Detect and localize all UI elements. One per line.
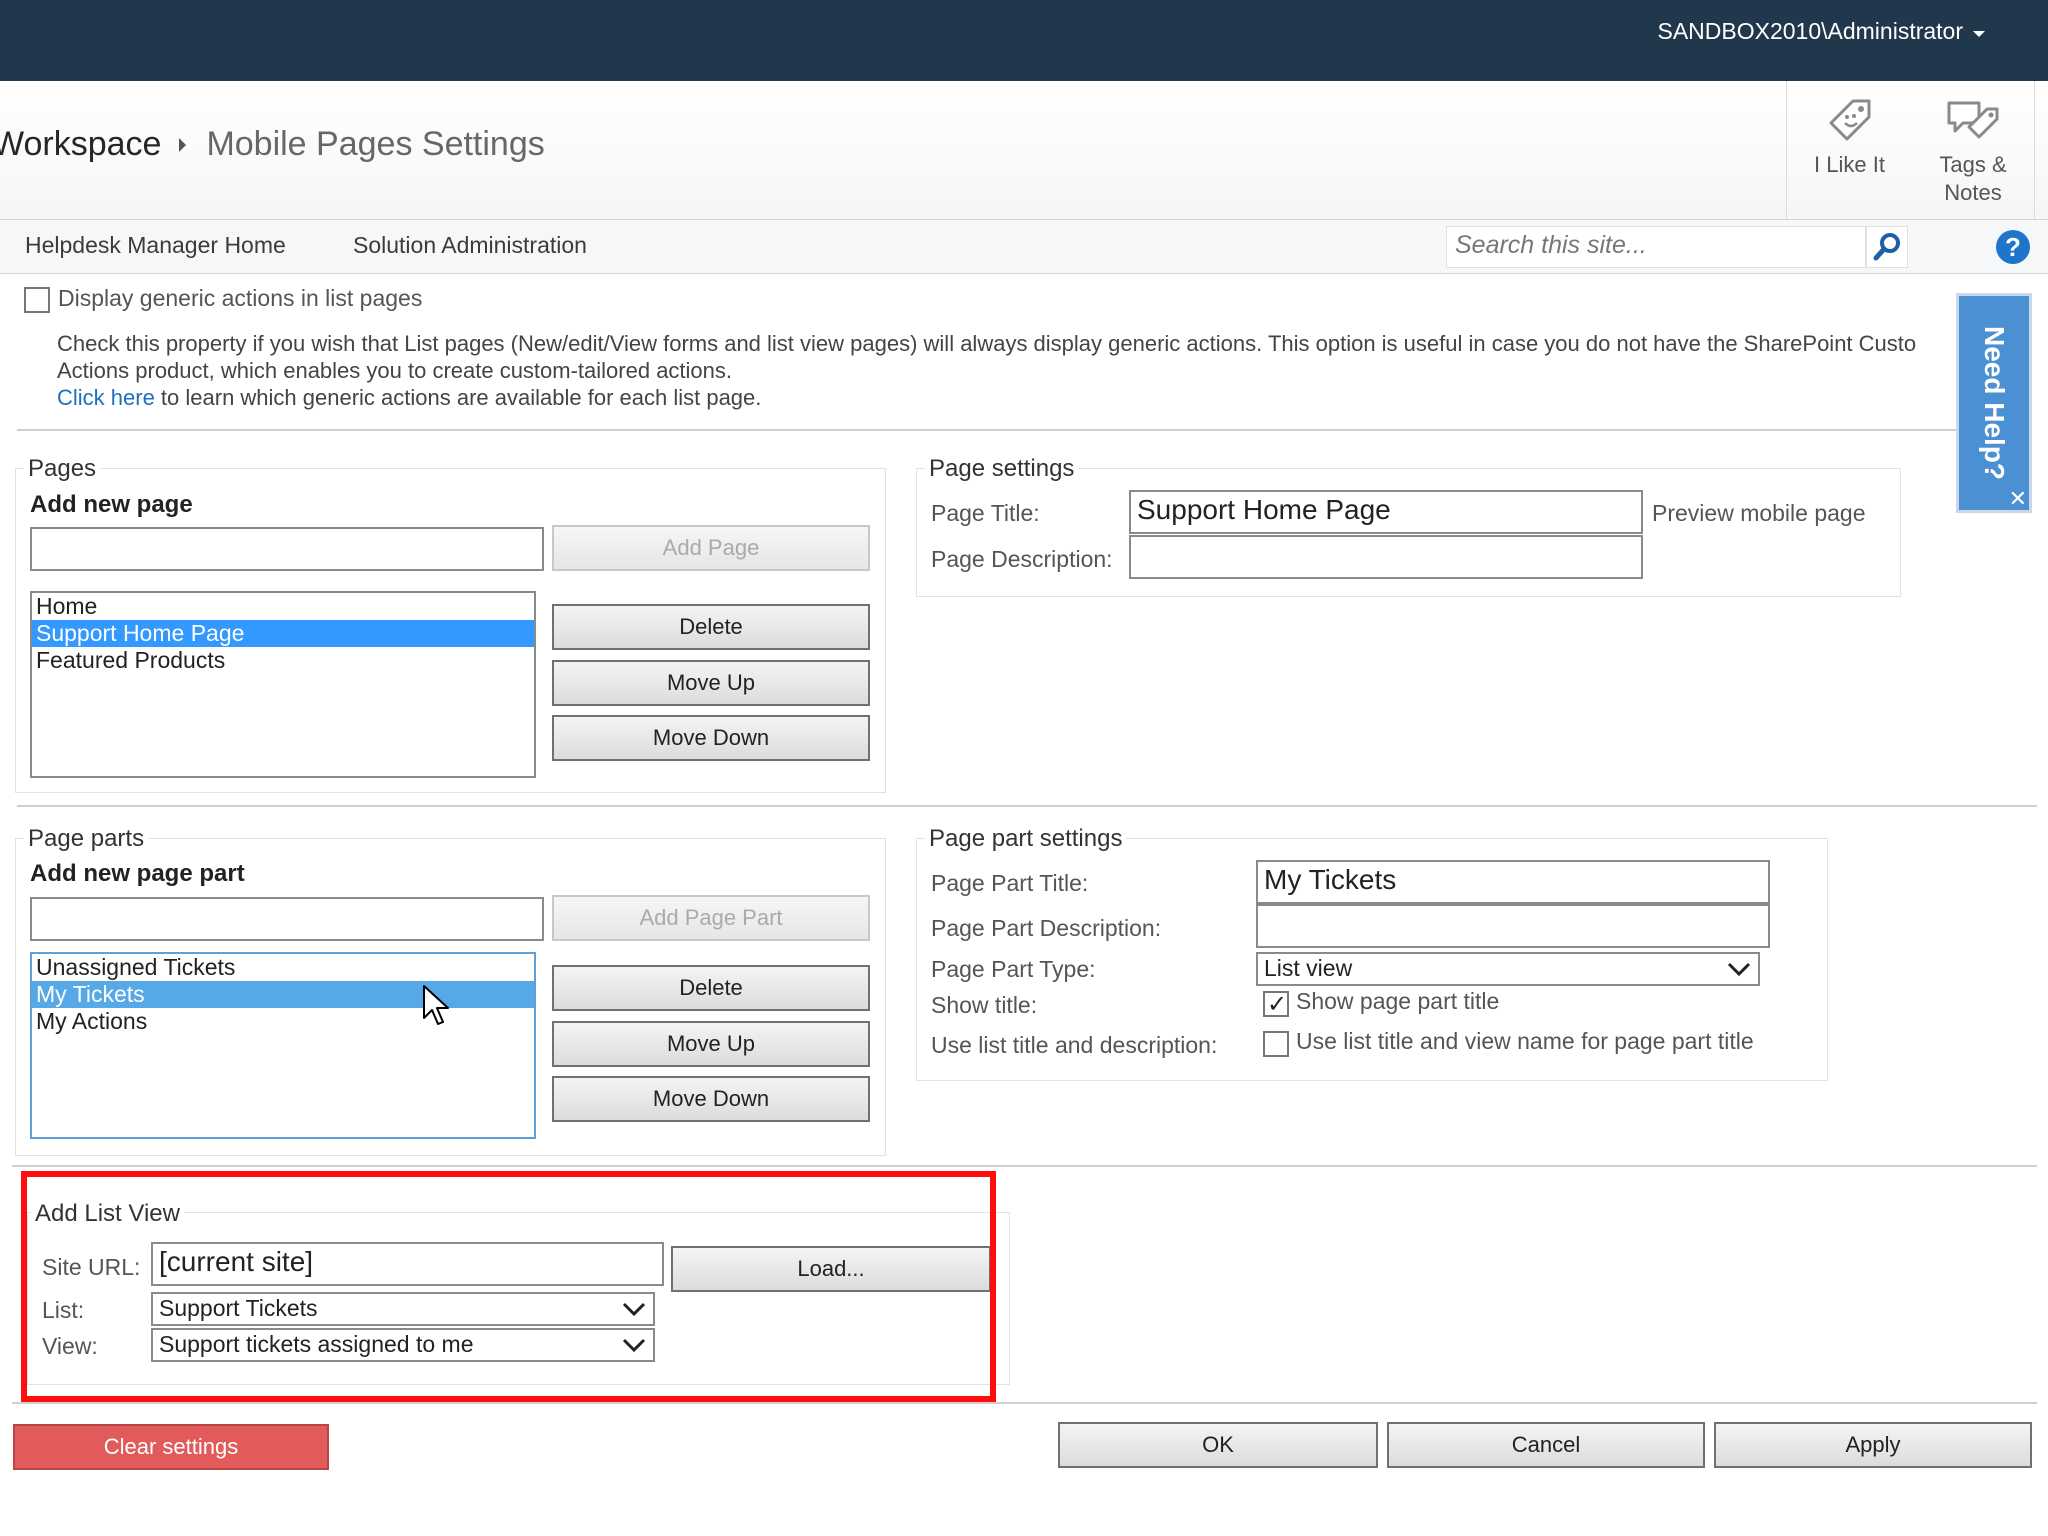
page-part-type-select[interactable]: List view: [1256, 952, 1760, 986]
add-new-page-heading: Add new page: [30, 491, 193, 518]
list-item[interactable]: Featured Products: [32, 647, 534, 674]
list-item-selected[interactable]: Support Home Page: [32, 620, 534, 647]
help-icon[interactable]: ?: [1996, 230, 2030, 264]
page-part-type-label: Page Part Type:: [931, 956, 1096, 982]
search-button[interactable]: [1866, 226, 1908, 268]
pages-legend: Pages: [24, 455, 101, 483]
description-line-2: Actions product, which enables you to cr…: [57, 358, 733, 383]
breadcrumb: Workspace Mobile Pages Settings: [0, 125, 545, 164]
tags-notes-button[interactable]: Tags & Notes: [1912, 81, 2034, 219]
page-settings-legend: Page settings: [925, 455, 1079, 483]
list-item[interactable]: Unassigned Tickets: [32, 954, 534, 981]
generic-actions-checkbox[interactable]: [24, 287, 50, 313]
page-part-title-input[interactable]: My Tickets: [1256, 860, 1770, 904]
page-part-settings-legend: Page part settings: [925, 825, 1127, 853]
page-part-description-label: Page Part Description:: [931, 915, 1162, 941]
list-item-selected[interactable]: My Tickets: [32, 981, 534, 1008]
page-title-input[interactable]: Support Home Page: [1129, 490, 1643, 534]
move-up-page-part-button[interactable]: Move Up: [552, 1021, 870, 1067]
i-like-it-label: I Like It: [1814, 152, 1885, 177]
page-description-label: Page Description:: [931, 546, 1113, 572]
page-title: Mobile Pages Settings: [206, 125, 545, 163]
list-item[interactable]: My Actions: [32, 1008, 534, 1035]
click-here-link[interactable]: Click here: [57, 385, 155, 410]
breadcrumb-parent[interactable]: Workspace: [0, 125, 161, 164]
add-page-button[interactable]: Add Page: [552, 525, 870, 571]
clear-settings-button[interactable]: Clear settings: [13, 1424, 329, 1470]
suite-bar: SANDBOX2010\Administrator: [0, 0, 2048, 81]
search-input[interactable]: Search this site...: [1446, 226, 1866, 268]
divider: [12, 1165, 2037, 1167]
show-title-check-label: Show page part title: [1296, 988, 1500, 1014]
preview-mobile-page-link[interactable]: Preview mobile page: [1652, 500, 1866, 527]
need-help-tab[interactable]: Need Help? ✕: [1956, 293, 2032, 513]
description-line-1: Check this property if you wish that Lis…: [57, 331, 1917, 356]
chevron-down-icon: [1973, 30, 1985, 37]
user-name: SANDBOX2010\Administrator: [1657, 18, 1963, 44]
description-line-3-text: to learn which generic actions are avail…: [154, 385, 762, 410]
page-part-type-value: List view: [1264, 955, 1353, 981]
generic-actions-label: Display generic actions in list pages: [58, 285, 423, 311]
move-down-page-button[interactable]: Move Down: [552, 715, 870, 761]
move-up-page-button[interactable]: Move Up: [552, 660, 870, 706]
title-area: Workspace Mobile Pages Settings I Like I…: [0, 81, 2048, 219]
divider: [12, 1402, 2037, 1404]
ok-button[interactable]: OK: [1058, 1422, 1378, 1468]
tag-like-icon: [1829, 99, 1870, 141]
top-navigation: Helpdesk Manager Home Solution Administr…: [0, 219, 2048, 274]
page-part-description-input[interactable]: [1256, 904, 1770, 948]
divider: [17, 429, 1960, 431]
description-line-3: Click here to learn which generic action…: [57, 384, 1957, 411]
use-list-title-label: Use list title and description:: [931, 1032, 1218, 1058]
use-list-title-check-label: Use list title and view name for page pa…: [1296, 1028, 1754, 1054]
user-menu[interactable]: SANDBOX2010\Administrator: [1657, 18, 1985, 45]
tags-notes-icon: [1947, 101, 1999, 139]
page-parts-legend: Page parts: [24, 825, 149, 853]
close-icon[interactable]: ✕: [2009, 486, 2027, 512]
add-new-page-part-heading: Add new page part: [30, 860, 245, 887]
divider: [17, 805, 2037, 807]
i-like-it-button[interactable]: I Like It: [1786, 81, 1912, 219]
search-icon: [1873, 233, 1900, 261]
pages-listbox[interactable]: Home Support Home Page Featured Products: [30, 591, 536, 778]
need-help-label: Need Help?: [1979, 325, 2010, 481]
list-item[interactable]: Home: [32, 593, 534, 620]
nav-helpdesk-home[interactable]: Helpdesk Manager Home: [25, 232, 286, 259]
page-parts-listbox[interactable]: Unassigned Tickets My Tickets My Actions: [30, 952, 536, 1139]
delete-page-part-button[interactable]: Delete: [552, 965, 870, 1011]
tags-notes-label-1: Tags &: [1939, 152, 2007, 177]
chevron-down-icon: [1727, 962, 1751, 977]
mouse-cursor-icon: [423, 985, 449, 1025]
breadcrumb-separator-icon: [179, 137, 187, 152]
move-down-page-part-button[interactable]: Move Down: [552, 1076, 870, 1122]
show-title-label: Show title:: [931, 992, 1038, 1018]
cancel-button[interactable]: Cancel: [1387, 1422, 1705, 1468]
new-page-input[interactable]: [30, 527, 544, 571]
generic-actions-description: Check this property if you wish that Lis…: [57, 330, 1957, 411]
highlight-box: [21, 1171, 996, 1402]
ribbon-edge: [2034, 81, 2048, 219]
nav-solution-admin[interactable]: Solution Administration: [353, 232, 587, 259]
tags-notes-label-2: Notes: [1944, 180, 2002, 205]
delete-page-button[interactable]: Delete: [552, 604, 870, 650]
apply-button[interactable]: Apply: [1714, 1422, 2032, 1468]
new-page-part-input[interactable]: [30, 897, 544, 941]
page-title-label: Page Title:: [931, 500, 1040, 526]
page-description-input[interactable]: [1129, 535, 1643, 579]
add-page-part-button[interactable]: Add Page Part: [552, 895, 870, 941]
show-title-checkbox[interactable]: [1263, 990, 1289, 1019]
page-part-title-label: Page Part Title:: [931, 870, 1089, 896]
use-list-title-checkbox[interactable]: [1263, 1031, 1289, 1057]
